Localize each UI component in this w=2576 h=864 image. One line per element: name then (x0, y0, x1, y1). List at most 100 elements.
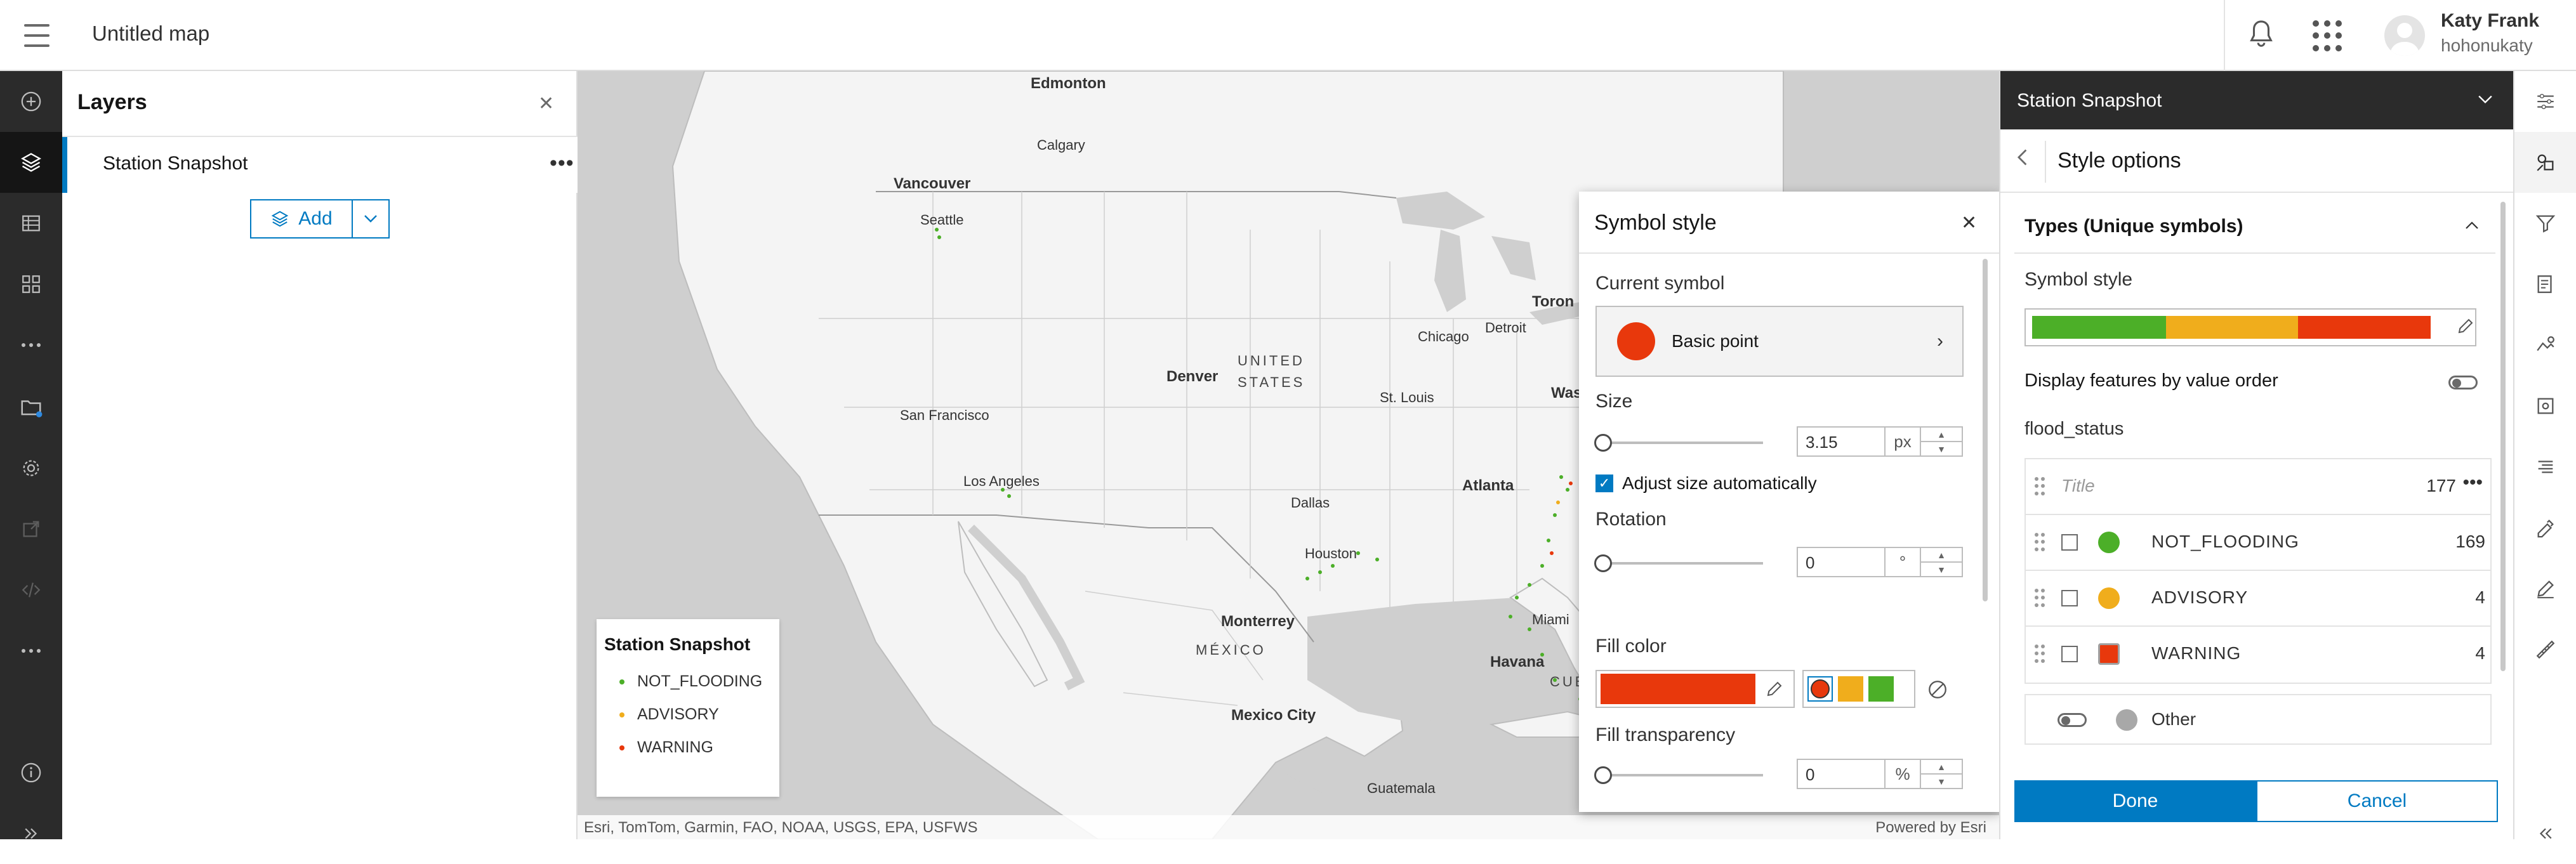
value-label[interactable]: WARNING (2151, 643, 2241, 664)
section-title[interactable]: Types (Unique symbols) (2024, 216, 2243, 237)
add-icon[interactable] (0, 71, 62, 132)
scrollbar[interactable] (1983, 259, 1988, 601)
pencil-icon[interactable] (1755, 679, 1793, 698)
preset-swatch-orange[interactable] (1838, 676, 1863, 702)
size-slider[interactable] (1594, 434, 1763, 452)
size-input[interactable]: 3.15 px ▲ ▼ (1797, 426, 1963, 457)
chevron-up-icon[interactable] (2465, 214, 2479, 234)
done-button[interactable]: Done (2014, 780, 2256, 822)
value-checkbox[interactable] (2061, 646, 2078, 662)
color-ramp-picker[interactable] (2024, 308, 2476, 346)
adjust-size-checkbox[interactable]: ✓ Adjust size automatically (1595, 473, 1817, 494)
other-symbol[interactable] (2116, 709, 2137, 731)
value-symbol[interactable] (2098, 587, 2120, 609)
styles-icon[interactable] (2514, 132, 2576, 193)
other-toggle[interactable] (2057, 713, 2087, 727)
size-stepper[interactable]: ▲ ▼ (1921, 428, 1962, 455)
checkbox-checked-icon[interactable]: ✓ (1595, 475, 1613, 492)
scrollbar[interactable] (2500, 202, 2506, 671)
value-symbol[interactable] (2098, 643, 2120, 665)
step-down-icon[interactable]: ▼ (1921, 775, 1962, 788)
pencil-icon[interactable] (2456, 317, 2475, 339)
value-label[interactable]: ADVISORY (2151, 587, 2248, 608)
step-up-icon[interactable]: ▲ (1921, 428, 1962, 442)
attribution-text[interactable]: Esri, TomTom, Garmin, FAO, NOAA, USGS, E… (584, 819, 978, 837)
edit-icon[interactable] (2514, 558, 2576, 619)
table-icon[interactable] (0, 193, 62, 254)
value-checkbox[interactable] (2061, 590, 2078, 606)
fill-color-picker[interactable] (1595, 670, 1795, 708)
current-symbol-button[interactable]: Basic point › (1595, 306, 1964, 377)
drag-handle-icon[interactable] (2035, 645, 2045, 664)
menu-icon[interactable] (24, 24, 50, 47)
layer-selector[interactable]: Station Snapshot (2000, 71, 2514, 129)
step-up-icon[interactable]: ▲ (1921, 548, 1962, 563)
share-icon[interactable] (0, 499, 62, 560)
powered-by[interactable]: Powered by Esri (1875, 819, 1986, 837)
transparency-input[interactable]: 0 % ▲ ▼ (1797, 759, 1963, 789)
slider-handle[interactable] (1594, 434, 1612, 452)
value-label[interactable]: NOT_FLOODING (2151, 532, 2299, 552)
configure-icon[interactable] (2514, 376, 2576, 436)
transparency-slider[interactable] (1594, 766, 1763, 784)
code-icon[interactable] (0, 560, 62, 620)
chevron-down-icon[interactable] (2478, 89, 2493, 109)
transparency-value[interactable]: 0 (1798, 760, 1886, 788)
preset-swatch-red[interactable] (1807, 676, 1833, 702)
back-icon[interactable] (2016, 148, 2028, 171)
adjust-size-label[interactable]: Adjust size automatically (1622, 473, 1817, 494)
labels-icon[interactable] (2514, 436, 2576, 497)
drag-handle-icon[interactable] (2035, 533, 2045, 552)
chevrons-right-icon[interactable] (0, 803, 62, 864)
step-down-icon[interactable]: ▼ (1921, 563, 1962, 576)
drag-handle-icon[interactable] (2035, 589, 2045, 608)
folder-icon[interactable] (0, 377, 62, 438)
ellipsis-icon[interactable] (0, 315, 62, 376)
close-icon[interactable]: ✕ (1961, 212, 1977, 234)
no-color-icon[interactable] (1927, 679, 1948, 704)
app-launcher-icon[interactable] (2313, 20, 2344, 52)
rotation-slider[interactable] (1594, 554, 1763, 572)
map-title[interactable]: Untitled map (92, 22, 209, 46)
pop-ups-icon[interactable] (2514, 315, 2576, 376)
ellipsis-icon[interactable] (0, 620, 62, 681)
sketch-icon[interactable] (2514, 497, 2576, 558)
add-button[interactable]: Add (251, 200, 353, 237)
add-layer-button[interactable]: Add (250, 199, 390, 239)
notifications-icon[interactable] (2247, 19, 2276, 54)
fill-color-presets[interactable] (1802, 670, 1915, 708)
layers-icon[interactable] (0, 132, 62, 193)
fill-color-swatch[interactable] (1601, 674, 1755, 704)
step-down-icon[interactable]: ▼ (1921, 442, 1962, 455)
size-value[interactable]: 3.15 (1798, 428, 1886, 455)
selected-layer-title[interactable]: Station Snapshot (2017, 90, 2162, 112)
rotation-input[interactable]: 0 ° ▲ ▼ (1797, 547, 1963, 577)
info-icon[interactable] (0, 742, 62, 803)
more-options-icon[interactable]: ••• (2462, 472, 2483, 494)
fields-icon[interactable] (2514, 254, 2576, 315)
layer-item[interactable]: Station Snapshot ••• (62, 137, 578, 193)
rotation-value[interactable]: 0 (1798, 548, 1886, 576)
slider-handle[interactable] (1594, 554, 1612, 572)
value-symbol[interactable] (2098, 532, 2120, 553)
slider-handle[interactable] (1594, 766, 1612, 784)
properties-icon[interactable] (2514, 71, 2576, 132)
title-placeholder[interactable]: Title (2061, 476, 2095, 496)
rotation-stepper[interactable]: ▲ ▼ (1921, 548, 1962, 576)
display-order-toggle[interactable] (2448, 376, 2478, 389)
collapse-icon[interactable] (2514, 803, 2576, 864)
chevron-down-icon[interactable] (353, 200, 388, 237)
avatar[interactable] (2384, 15, 2425, 56)
value-checkbox[interactable] (2061, 534, 2078, 551)
user-name[interactable]: Katy Frank (2441, 10, 2539, 32)
gear-icon[interactable] (0, 438, 62, 499)
basemap-icon[interactable] (0, 254, 62, 315)
measure-icon[interactable] (2514, 619, 2576, 680)
preset-swatch-green[interactable] (1868, 676, 1894, 702)
more-options-icon[interactable]: ••• (550, 151, 574, 176)
cancel-button[interactable]: Cancel (2256, 780, 2498, 822)
filter-icon[interactable] (2514, 193, 2576, 254)
close-icon[interactable]: ✕ (538, 93, 554, 115)
drag-handle-icon[interactable] (2035, 477, 2045, 496)
user-handle[interactable]: hohonukaty (2441, 36, 2533, 56)
